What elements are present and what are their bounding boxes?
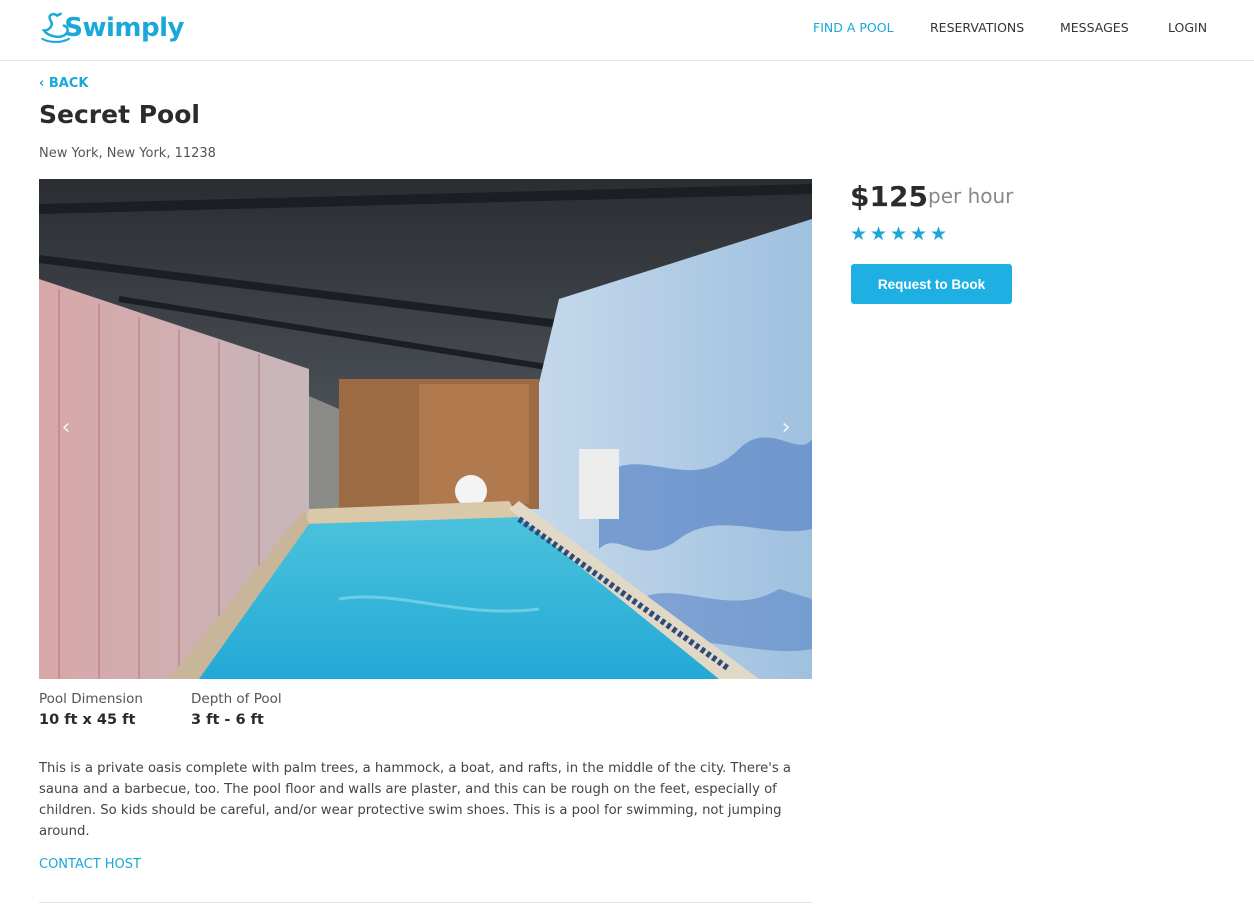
star-icon: ★: [890, 223, 908, 245]
pool-photo-image: [39, 179, 812, 679]
nav-find-a-pool[interactable]: FIND A POOL: [813, 20, 894, 35]
chevron-right-icon: ›: [781, 415, 791, 440]
logo-text: Swimply: [64, 13, 184, 43]
nav-login[interactable]: LOGIN: [1168, 20, 1207, 35]
price-unit: per hour: [928, 184, 1014, 208]
pool-depth-label: Depth of Pool: [191, 691, 282, 707]
pool-photo: [39, 179, 812, 679]
price-amount: $125: [850, 180, 928, 213]
pool-location: New York, New York, 11238: [39, 146, 216, 161]
request-to-book-button[interactable]: Request to Book: [851, 264, 1012, 304]
page-title: Secret Pool: [39, 100, 200, 129]
swimply-logo[interactable]: Swimply: [39, 6, 184, 50]
pool-dimension-label: Pool Dimension: [39, 691, 143, 707]
back-link[interactable]: ‹ BACK: [39, 76, 88, 91]
pool-dimension-value: 10 ft x 45 ft: [39, 712, 136, 728]
star-icon: ★: [850, 223, 868, 245]
star-icon: ★: [930, 223, 948, 245]
star-icon: ★: [910, 223, 928, 245]
chevron-left-icon: ‹: [61, 415, 71, 440]
star-icon: ★: [870, 223, 888, 245]
gallery-next-button[interactable]: ›: [774, 415, 798, 440]
pool-description: This is a private oasis complete with pa…: [39, 761, 791, 839]
top-header: Swimply FIND A POOL RESERVATIONS MESSAGE…: [0, 0, 1254, 61]
contact-host-link[interactable]: CONTACT HOST: [39, 857, 141, 872]
gallery-prev-button[interactable]: ‹: [54, 415, 78, 440]
nav-messages[interactable]: MESSAGES: [1060, 20, 1129, 35]
star-rating: ★ ★ ★ ★ ★: [850, 222, 948, 246]
section-divider: [39, 902, 812, 903]
pool-depth-value: 3 ft - 6 ft: [191, 712, 264, 728]
nav-reservations[interactable]: RESERVATIONS: [930, 20, 1024, 35]
